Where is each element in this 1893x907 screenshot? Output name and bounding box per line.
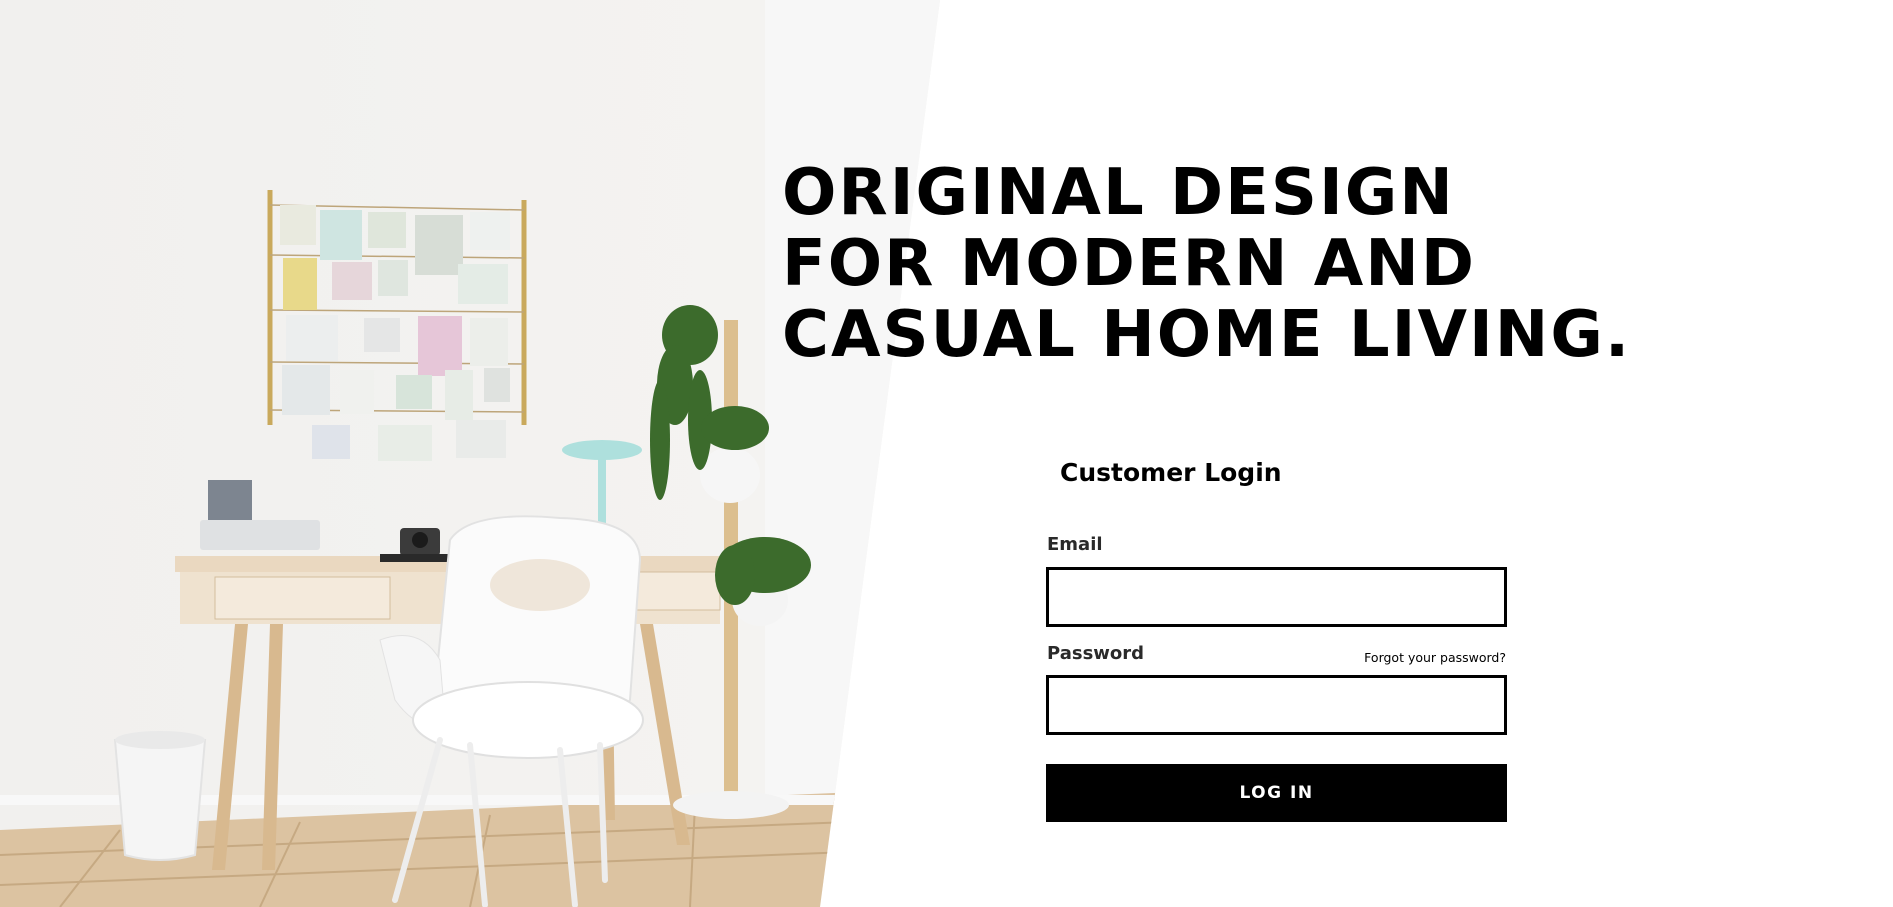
password-field[interactable]: [1046, 675, 1507, 735]
login-page: ORIGINAL DESIGN FOR MODERN AND CASUAL HO…: [0, 0, 1893, 907]
headline-line-1: ORIGINAL DESIGN: [782, 156, 1455, 230]
login-button[interactable]: LOG IN: [1046, 764, 1507, 822]
email-field[interactable]: [1046, 567, 1507, 627]
photo-wall-grid: [267, 190, 527, 461]
hero-image: [0, 0, 940, 907]
desk-organizer: [200, 520, 320, 550]
password-label: Password: [1047, 643, 1145, 664]
headline-line-3: CASUAL HOME LIVING.: [782, 298, 1632, 372]
login-title: Customer Login: [1060, 458, 1282, 487]
wall-corner: [765, 0, 940, 800]
headline-line-2: FOR MODERN AND: [782, 227, 1476, 301]
hero-headline: ORIGINAL DESIGN FOR MODERN AND CASUAL HO…: [782, 158, 1631, 371]
wastebasket: [113, 731, 207, 861]
email-label: Email: [1047, 534, 1103, 555]
forgot-password-link[interactable]: Forgot your password?: [1364, 650, 1506, 665]
notebook-stand: [208, 480, 252, 524]
